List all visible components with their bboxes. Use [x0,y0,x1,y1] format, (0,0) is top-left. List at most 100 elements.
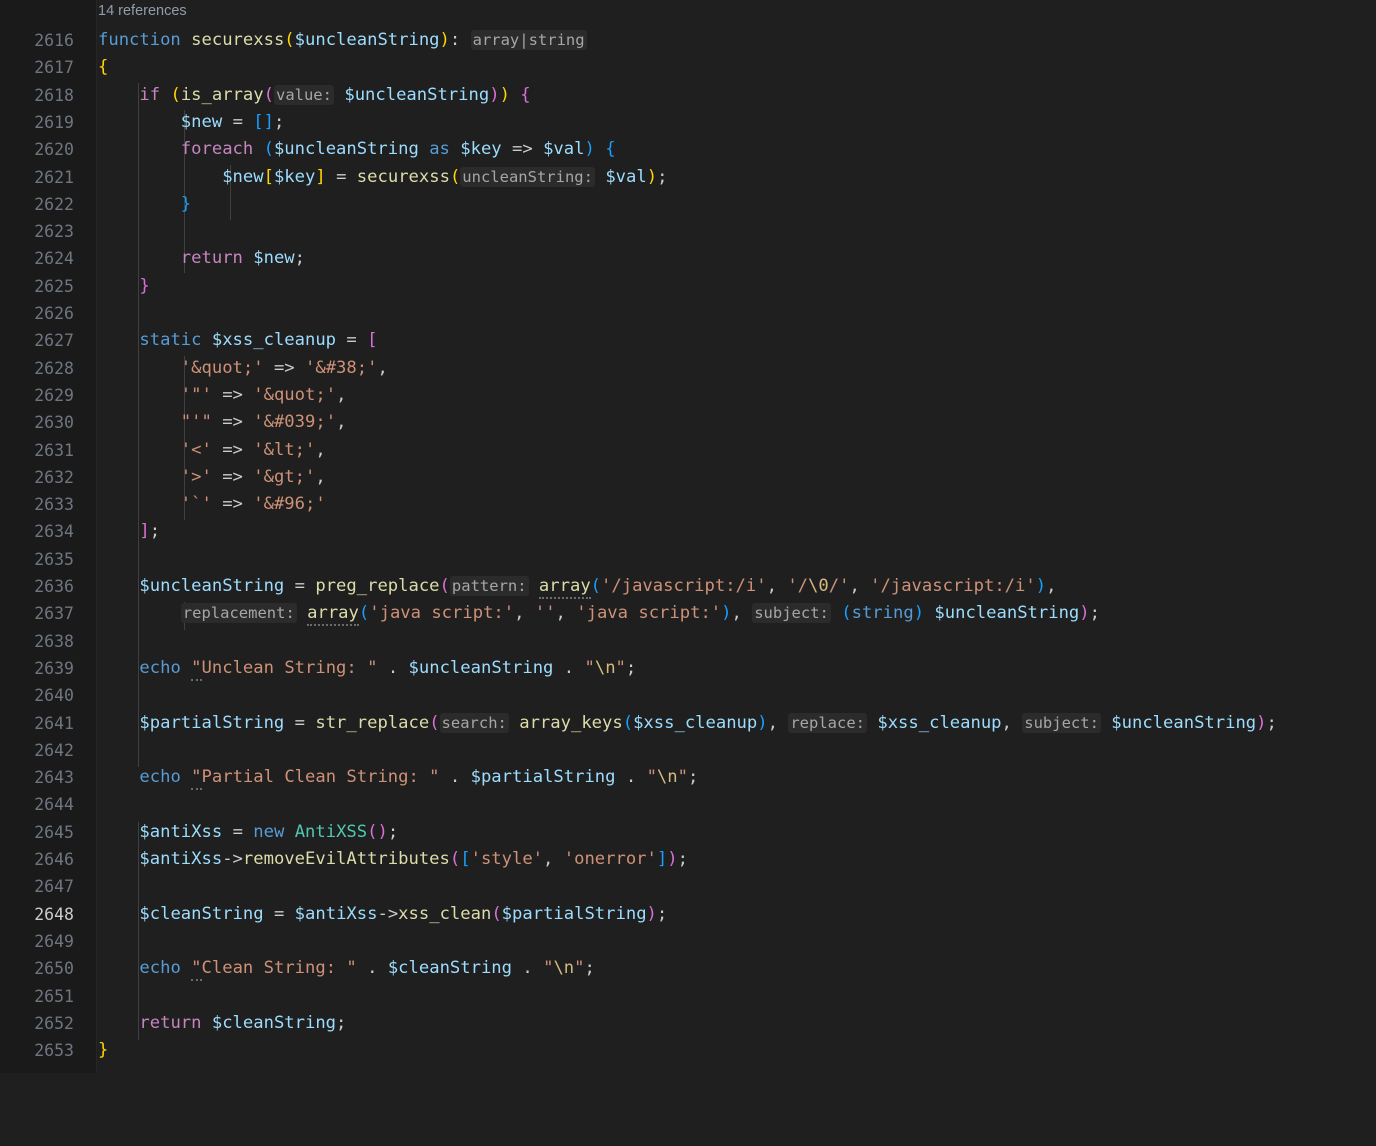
code-line[interactable]: 2618 if (is_array(value: $uncleanString)… [0,82,531,109]
line-number: 2621 [34,167,74,187]
codelens-references[interactable]: 14 references [98,0,187,22]
line-number: 2646 [34,850,74,869]
code-line[interactable]: 2637 replacement: array('java script:', … [0,600,1100,627]
line-content: } [98,1040,109,1061]
line-content: '&quot;' => '&#38;', [180,357,388,378]
code-line[interactable]: 2642 [0,737,74,764]
code-line[interactable]: 2622 } [0,191,191,218]
code-line[interactable]: 2620 foreach ($uncleanString as $key => … [0,136,615,163]
line-content: foreach ($uncleanString as $key => $val)… [180,139,616,160]
line-content: "'" => '&#039;', [180,412,347,433]
code-line[interactable]: 2634 ]; [0,518,160,545]
line-number: 2631 [34,440,74,460]
code-line[interactable]: 2635 [0,546,74,573]
code-line[interactable]: 2632 '>' => '&gt;', [0,464,325,491]
line-content: '<' => '&lt;', [180,439,326,460]
code-line[interactable]: 2652 return $cleanString; [0,1010,346,1037]
code-line[interactable]: 2645 $antiXss = new AntiXSS(); [0,819,398,846]
line-number: 2617 [34,58,74,78]
line-number: 2648 [34,904,74,924]
line-number: 2623 [34,222,74,242]
code-line-current[interactable]: 2648 $cleanString = $antiXss->xss_clean(… [0,901,667,928]
line-number: 2639 [34,658,74,678]
line-number: 2650 [34,959,74,979]
line-content: } [180,193,192,214]
code-line[interactable]: 2631 '<' => '&lt;', [0,437,325,464]
line-content: $uncleanString = preg_replace(pattern: a… [98,573,1056,600]
line-number: 2635 [34,549,74,569]
line-content: echo "Unclean String: " . $uncleanString… [98,655,636,682]
line-content [98,983,108,1010]
line-number: 2653 [34,1041,74,1061]
line-content: $cleanString = $antiXss->xss_clean($part… [139,903,668,924]
line-number: 2627 [34,331,74,351]
line-content [98,546,108,573]
code-line[interactable]: 2644 [0,791,74,818]
code-line[interactable]: 2646 $antiXss->removeEvilAttributes(['st… [0,846,688,873]
code-line[interactable]: 2638 [0,628,74,655]
line-number: 2626 [34,304,74,323]
code-line[interactable]: 2640 [0,682,74,709]
line-content: static $xss_cleanup = [ [139,330,378,351]
code-line[interactable]: 2647 [0,873,74,900]
line-number: 2618 [34,85,74,105]
line-content [98,737,108,764]
code-line[interactable]: 2627 static $xss_cleanup = [ [0,327,377,354]
code-line[interactable]: 2633 '`' => '&#96;' [0,491,325,518]
line-content: { [98,57,109,78]
code-line[interactable]: 2626 [0,300,74,327]
line-content [98,628,108,655]
codelens-row: 14 references [0,0,187,22]
line-content [98,682,108,709]
line-content: $antiXss = new AntiXSS(); [139,821,399,842]
line-number: 2652 [34,1013,74,1033]
line-number: 2632 [34,467,74,487]
line-number: 2651 [34,986,74,1006]
line-content [98,873,108,900]
code-line[interactable]: 2624 return $new; [0,245,305,272]
line-content: $partialString = str_replace(search: arr… [139,712,1277,733]
code-line[interactable]: 2616 function securexss($uncleanString):… [0,27,587,54]
line-content: '`' => '&#96;' [180,494,326,515]
line-number: 2630 [34,413,74,433]
line-number: 2628 [34,358,74,378]
line-content: function securexss($uncleanString): arra… [98,30,587,50]
line-content: return $new; [180,248,306,269]
line-number: 2641 [34,713,74,733]
line-number: 2619 [34,112,74,132]
code-line[interactable]: 2628 '&quot;' => '&#38;', [0,355,388,382]
line-content [98,928,108,955]
line-content: ]; [139,521,161,542]
code-line[interactable]: 2653 } [0,1037,108,1064]
line-content: $new[$key] = securexss(uncleanString: $v… [222,166,668,187]
code-line[interactable]: 2641 $partialString = str_replace(search… [0,710,1277,737]
line-content: '"' => '&quot;', [180,384,347,405]
code-line[interactable]: 2630 "'" => '&#039;', [0,409,346,436]
code-line[interactable]: 2617 { [0,54,108,81]
line-content: echo "Partial Clean String: " . $partial… [98,764,698,791]
code-line[interactable]: 2629 '"' => '&quot;', [0,382,346,409]
code-line[interactable]: 2623 [0,218,74,245]
code-editor[interactable]: 14 references 2616 function securexss($u… [0,0,1376,1073]
line-number: 2643 [34,768,74,788]
line-content: return $cleanString; [139,1012,347,1033]
line-content: if (is_array(value: $uncleanString)) { [139,84,531,105]
line-number: 2636 [34,577,74,596]
line-content: $antiXss->removeEvilAttributes(['style',… [139,849,688,869]
code-line[interactable]: 2650 echo "Clean String: " . $cleanStrin… [0,955,595,982]
code-line[interactable]: 2636 $uncleanString = preg_replace(patte… [0,573,1056,600]
code-line[interactable]: 2639 echo "Unclean String: " . $uncleanS… [0,655,636,682]
line-number: 2634 [34,522,74,542]
code-line[interactable]: 2619 $new = []; [0,109,284,136]
code-line[interactable]: 2651 [0,983,74,1010]
code-line[interactable]: 2649 [0,928,74,955]
code-line[interactable]: 2625 } [0,273,150,300]
code-line[interactable]: 2643 echo "Partial Clean String: " . $pa… [0,764,698,791]
line-number: 2633 [34,495,74,515]
line-number: 2637 [34,604,74,624]
line-content: replacement: array('java script:', '', '… [98,600,1100,627]
code-line[interactable]: 2621 $new[$key] = securexss(uncleanStrin… [0,164,667,191]
line-number: 2616 [34,31,74,50]
line-number: 2647 [34,877,74,897]
gutter-border [96,0,97,1073]
